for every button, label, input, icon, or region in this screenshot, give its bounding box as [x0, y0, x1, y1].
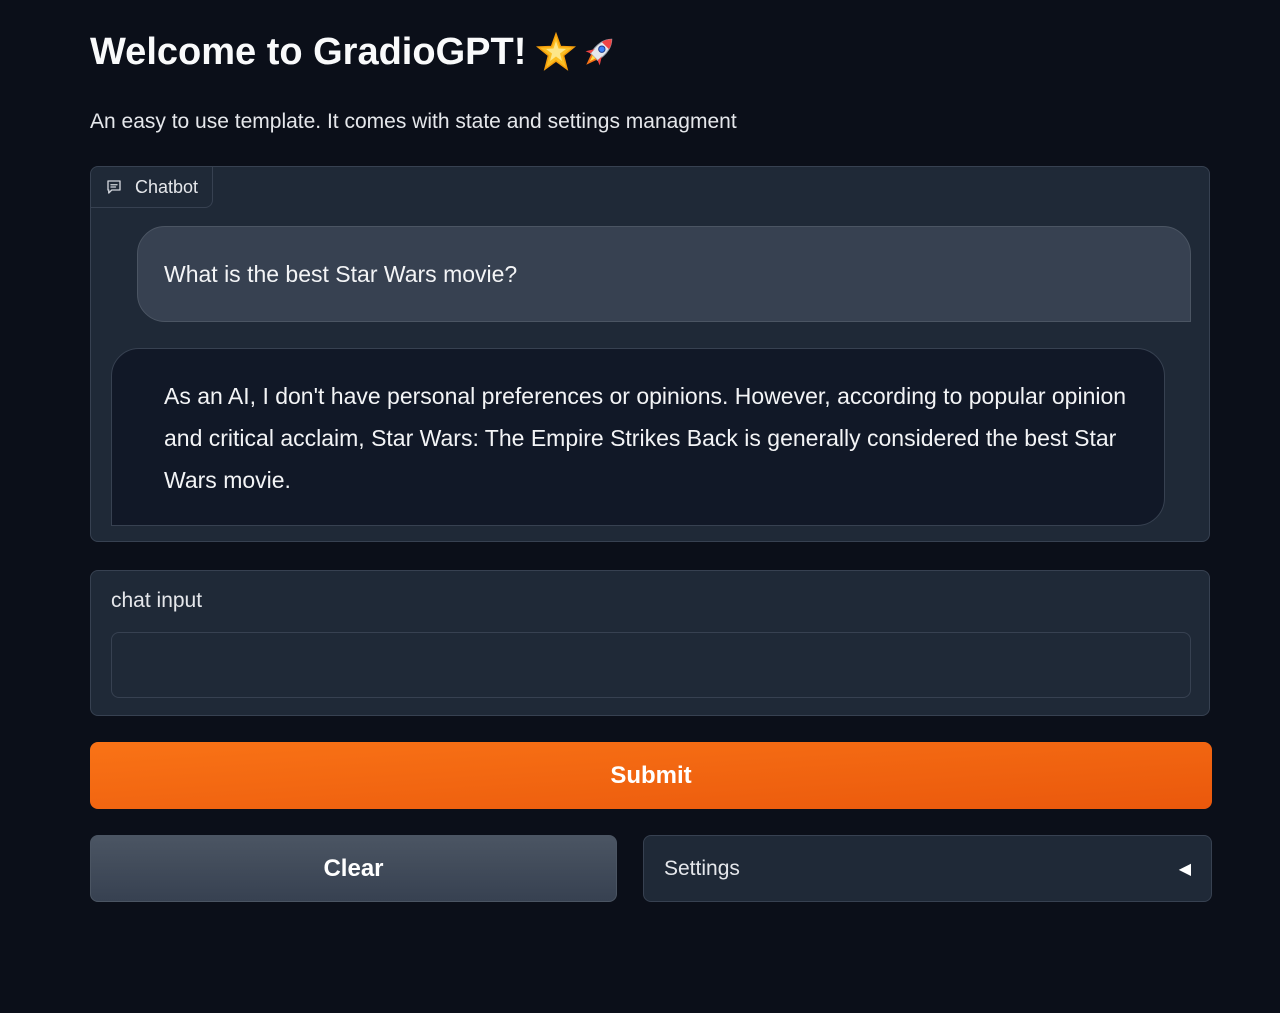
chatbot-panel: Chatbot What is the best Star Wars movie… — [90, 166, 1210, 542]
bot-message-text: As an AI, I don't have personal preferen… — [164, 383, 1127, 493]
settings-label: Settings — [664, 856, 740, 880]
settings-accordion[interactable]: Settings ◀ — [643, 835, 1212, 902]
rocket-icon — [585, 38, 613, 66]
chat-input-field[interactable] — [111, 632, 1191, 698]
chat-bubble-icon — [105, 178, 123, 196]
title-emoji-group — [536, 31, 620, 73]
user-message-text: What is the best Star Wars movie? — [164, 261, 518, 287]
chat-input-panel: chat input — [90, 570, 1210, 716]
chat-input-label: chat input — [111, 589, 203, 612]
page-title: Welcome to GradioGPT! — [90, 26, 620, 78]
submit-button[interactable]: Submit — [90, 742, 1212, 809]
user-message: What is the best Star Wars movie? — [137, 226, 1191, 322]
star-icon — [536, 32, 577, 71]
chatbot-label: Chatbot — [135, 176, 199, 197]
page-title-text: Welcome to GradioGPT! — [90, 31, 527, 73]
page-subtitle: An easy to use template. It comes with s… — [90, 110, 737, 133]
collapse-arrow-icon: ◀ — [1178, 860, 1191, 878]
bot-message: As an AI, I don't have personal preferen… — [111, 348, 1165, 526]
chatbot-label-tab: Chatbot — [91, 167, 213, 208]
clear-button[interactable]: Clear — [90, 835, 617, 902]
app-root: Welcome to GradioGPT! An easy to use tem… — [0, 0, 1280, 1013]
